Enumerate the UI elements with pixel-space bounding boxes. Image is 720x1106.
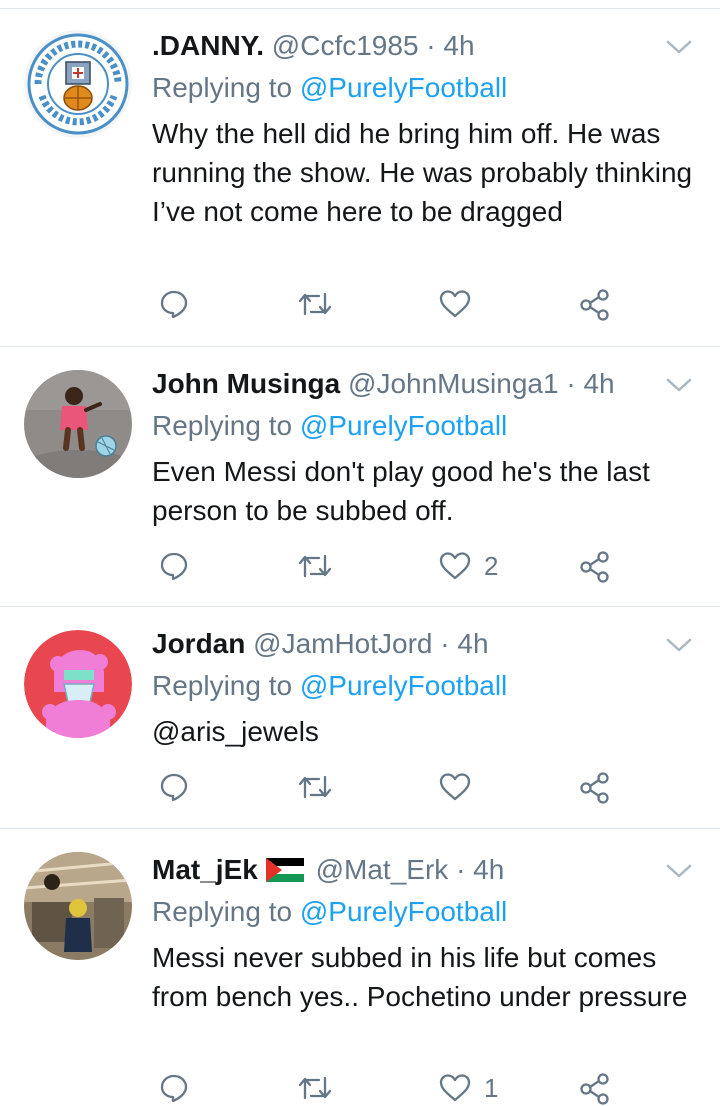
retweet-button[interactable] xyxy=(297,550,333,582)
child-photo-icon xyxy=(24,370,132,478)
heart-icon xyxy=(439,773,471,801)
user-handle[interactable]: @Mat_Erk xyxy=(316,854,449,885)
tweet-text: Why the hell did he bring him off. He wa… xyxy=(152,118,693,227)
timestamp[interactable]: · 4h xyxy=(566,368,614,399)
like-count: 2 xyxy=(484,550,499,581)
display-name[interactable]: Jordan xyxy=(152,628,245,659)
reply-icon xyxy=(160,773,188,802)
heart-icon xyxy=(439,290,471,318)
reply-button[interactable] xyxy=(158,771,190,803)
workshop-photo-icon xyxy=(24,852,132,960)
display-name[interactable]: .DANNY. xyxy=(152,30,264,61)
retweet-button[interactable] xyxy=(297,288,333,320)
tweet-divider xyxy=(0,828,720,829)
reply-button[interactable] xyxy=(158,288,190,320)
share-icon xyxy=(580,289,609,321)
tweet-header: Jordan @JamHotJord · 4h xyxy=(152,626,489,662)
tweet-header: Mat_jEk @Mat_Erk · 4h xyxy=(152,852,504,888)
reply-button[interactable] xyxy=(158,550,190,582)
tweet-header: John Musinga @JohnMusinga1 · 4h xyxy=(152,366,615,402)
chevron-down-icon[interactable] xyxy=(664,375,694,395)
chevron-down-icon[interactable] xyxy=(664,861,694,881)
retweet-button[interactable] xyxy=(297,1072,333,1104)
display-name[interactable]: Mat_jEk xyxy=(152,854,258,885)
chevron-down-icon[interactable] xyxy=(664,37,694,57)
user-handle[interactable]: @Ccfc1985 xyxy=(272,30,419,61)
like-button[interactable]: 2 xyxy=(438,550,498,582)
replying-to: Replying to @PurelyFootball xyxy=(152,408,507,444)
share-button[interactable] xyxy=(578,288,612,322)
replying-to-handle[interactable]: @PurelyFootball xyxy=(300,72,507,103)
heart-icon xyxy=(439,552,471,580)
share-icon xyxy=(580,772,609,804)
replying-to-label: Replying to xyxy=(152,670,300,701)
retweet-button[interactable] xyxy=(297,771,333,803)
replying-to-handle[interactable]: @PurelyFootball xyxy=(300,670,507,701)
avatar[interactable] xyxy=(24,30,132,138)
user-handle[interactable]: @JohnMusinga1 xyxy=(348,368,559,399)
reply-icon xyxy=(160,1074,188,1103)
replying-to-handle[interactable]: @PurelyFootball xyxy=(300,410,507,441)
palestine-flag-icon xyxy=(265,858,304,882)
avatar[interactable] xyxy=(24,370,132,478)
chevron-down-icon[interactable] xyxy=(664,635,694,655)
mention-link[interactable]: @aris_jewels xyxy=(152,712,702,751)
tweet-text: Messi never subbed in his life but comes… xyxy=(152,942,688,1012)
share-icon xyxy=(580,1073,609,1105)
retweet-icon xyxy=(298,775,332,799)
heart-icon xyxy=(439,1074,471,1102)
retweet-icon xyxy=(298,1076,332,1100)
retweet-icon xyxy=(298,292,332,316)
timestamp[interactable]: · 4h xyxy=(456,854,504,885)
user-handle[interactable]: @JamHotJord xyxy=(253,628,432,659)
tweet-divider xyxy=(0,346,720,347)
retweet-icon xyxy=(298,554,332,578)
like-button[interactable] xyxy=(438,771,484,803)
cartoon-avatar-icon xyxy=(24,630,132,738)
replying-to-handle[interactable]: @PurelyFootball xyxy=(300,896,507,927)
tweet-header: .DANNY. @Ccfc1985 · 4h xyxy=(152,28,475,64)
reply-icon xyxy=(160,290,188,319)
like-button[interactable] xyxy=(438,288,484,320)
timestamp[interactable]: · 4h xyxy=(426,30,474,61)
reply-icon xyxy=(160,552,188,581)
share-button[interactable] xyxy=(578,1072,612,1106)
like-button[interactable]: 1 xyxy=(438,1072,498,1104)
avatar[interactable] xyxy=(24,630,132,738)
timestamp[interactable]: · 4h xyxy=(440,628,488,659)
coventry-crest-icon xyxy=(24,30,132,138)
replying-to: Replying to @PurelyFootball xyxy=(152,70,507,106)
share-button[interactable] xyxy=(578,550,612,584)
reply-button[interactable] xyxy=(158,1072,190,1104)
share-button[interactable] xyxy=(578,771,612,805)
share-icon xyxy=(580,551,609,583)
tweet-text: Even Messi don't play good he's the last… xyxy=(152,456,650,526)
replying-to-label: Replying to xyxy=(152,410,300,441)
tweet-divider xyxy=(0,606,720,607)
replying-to: Replying to @PurelyFootball xyxy=(152,894,507,930)
replying-to-label: Replying to xyxy=(152,896,300,927)
top-divider xyxy=(0,8,720,9)
avatar[interactable] xyxy=(24,852,132,960)
replying-to: Replying to @PurelyFootball xyxy=(152,668,507,704)
display-name[interactable]: John Musinga xyxy=(152,368,340,399)
like-count: 1 xyxy=(484,1072,499,1103)
replying-to-label: Replying to xyxy=(152,72,300,103)
